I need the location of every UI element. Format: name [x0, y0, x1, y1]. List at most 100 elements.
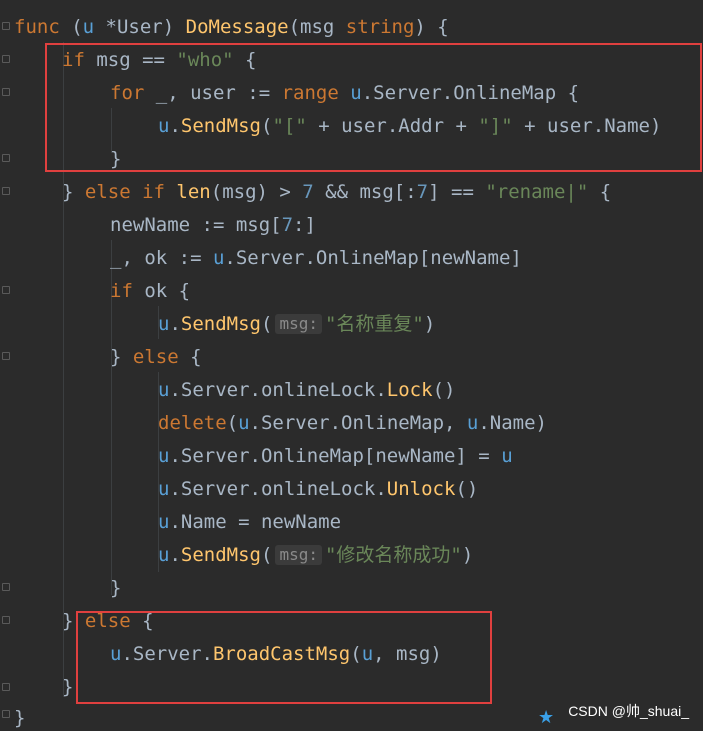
code-text: { — [130, 610, 154, 632]
keyword: func — [14, 16, 60, 38]
code-text: *User) — [94, 16, 186, 38]
code-line-12[interactable]: u.Server.onlineLock.Lock() — [158, 378, 455, 402]
indent-guide — [158, 372, 159, 572]
code-line-7[interactable]: newName := msg[7:] — [110, 213, 316, 237]
keyword: else — [132, 346, 179, 368]
indent-guide — [63, 42, 64, 697]
code-text: (msg — [288, 16, 346, 38]
code-line-20[interactable]: u.Server.BroadCastMsg(u, msg) — [110, 642, 442, 666]
code-line-4[interactable]: u.SendMsg("[" + user.Addr + "]" + user.N… — [158, 114, 661, 138]
function-name: BroadCastMsg — [212, 643, 351, 665]
code-text: ) — [423, 313, 436, 335]
type-name: string — [345, 16, 415, 38]
number-literal: 7 — [416, 181, 429, 203]
receiver-token: u — [158, 313, 170, 335]
fold-marker-icon[interactable] — [2, 22, 10, 30]
code-text: ] == — [428, 181, 486, 203]
code-text: . — [169, 313, 181, 335]
code-text: ) — [461, 544, 474, 566]
code-text: (msg) > — [210, 181, 303, 203]
code-text: { — [178, 346, 202, 368]
code-text: . — [169, 115, 181, 137]
fold-marker-icon[interactable] — [2, 616, 10, 624]
code-text: .Server.onlineLock. — [169, 478, 387, 500]
fold-marker-icon[interactable] — [2, 352, 10, 360]
code-line-15[interactable]: u.Server.onlineLock.Unlock() — [158, 477, 478, 501]
keyword: else if — [84, 181, 165, 203]
code-text: + user.Name) — [512, 115, 662, 137]
string-literal: "[" — [272, 115, 307, 137]
code-text: && msg[: — [313, 181, 417, 203]
code-line-14[interactable]: u.Server.OnlineMap[newName] = u — [158, 444, 513, 468]
keyword: range — [281, 82, 339, 104]
code-text: ( — [226, 412, 239, 434]
code-text: .Name) — [478, 412, 547, 434]
fold-marker-icon[interactable] — [2, 55, 10, 63]
function-name: Unlock — [386, 478, 456, 500]
code-line-2[interactable]: if msg == "who" { — [62, 48, 257, 72]
code-text: } — [110, 577, 122, 599]
receiver-token: u — [158, 511, 170, 533]
fold-marker-icon[interactable] — [2, 154, 10, 162]
code-line-17[interactable]: u.SendMsg(msg: "修改名称成功") — [158, 543, 473, 567]
fold-marker-icon[interactable] — [2, 583, 10, 591]
fold-marker-icon[interactable] — [2, 187, 10, 195]
code-line-8[interactable]: _, ok := u.Server.OnlineMap[newName] — [110, 246, 522, 270]
fold-marker-icon[interactable] — [2, 88, 10, 96]
receiver-token: u — [238, 412, 250, 434]
code-line-6[interactable]: } else if len(msg) > 7 && msg[:7] == "re… — [62, 180, 611, 204]
code-text: } — [110, 148, 122, 170]
code-line-19[interactable]: } else { — [62, 609, 154, 633]
code-text: .Server. — [121, 643, 213, 665]
fold-marker-icon[interactable] — [2, 286, 10, 294]
number-literal: 7 — [281, 214, 294, 236]
code-text: } — [62, 610, 85, 632]
receiver-token: u — [82, 16, 95, 38]
function-name: SendMsg — [180, 544, 261, 566]
code-text: ok { — [132, 280, 191, 302]
code-text: _, ok := — [110, 247, 213, 269]
code-text: ( — [350, 643, 362, 665]
function-name: SendMsg — [180, 313, 261, 335]
code-text: , msg) — [373, 643, 442, 665]
code-text: } — [62, 676, 74, 698]
builtin-function: delete — [158, 412, 227, 434]
code-text: _, user := — [144, 82, 282, 104]
code-line-16[interactable]: u.Name = newName — [158, 510, 341, 534]
code-text: ) { — [414, 16, 449, 38]
watermark: CSDN @帅_shuai_ — [568, 703, 689, 719]
code-line-10[interactable]: u.SendMsg(msg: "名称重复") — [158, 312, 435, 336]
function-name: DoMessage — [185, 16, 289, 38]
code-text: .Name = newName — [169, 511, 342, 533]
code-text: :] — [293, 214, 316, 236]
fold-marker-icon[interactable] — [2, 683, 10, 691]
code-line-21[interactable]: } — [62, 675, 73, 699]
star-icon: ★ — [538, 707, 555, 728]
code-text: .Server.OnlineMap { — [361, 82, 580, 104]
keyword: if — [62, 49, 85, 71]
keyword: for — [110, 82, 145, 104]
code-line-22[interactable]: } — [14, 706, 25, 730]
code-line-18[interactable]: } — [110, 576, 121, 600]
receiver-token: u — [158, 445, 170, 467]
code-line-5[interactable]: } — [110, 147, 121, 171]
code-text: } — [14, 707, 26, 729]
receiver-token: u — [212, 247, 225, 269]
code-text: newName := msg[ — [110, 214, 282, 236]
code-line-9[interactable]: if ok { — [110, 279, 190, 303]
code-line-1[interactable]: func (u *User) DoMessage(msg string) { — [14, 15, 449, 39]
keyword: if — [110, 280, 133, 302]
code-line-13[interactable]: delete(u.Server.OnlineMap, u.Name) — [158, 411, 547, 435]
code-text: .Server.OnlineMap[newName] = — [169, 445, 502, 467]
editor-gutter — [0, 0, 12, 731]
parameter-hint: msg: — [275, 314, 322, 334]
code-text: ( — [59, 16, 83, 38]
code-text: } — [110, 346, 133, 368]
code-line-11[interactable]: } else { — [110, 345, 202, 369]
fold-marker-icon[interactable] — [2, 710, 10, 718]
code-editor[interactable]: func (u *User) DoMessage(msg string) { i… — [0, 0, 703, 731]
receiver-token: u — [158, 478, 170, 500]
code-line-3[interactable]: for _, user := range u.Server.OnlineMap … — [110, 81, 579, 105]
